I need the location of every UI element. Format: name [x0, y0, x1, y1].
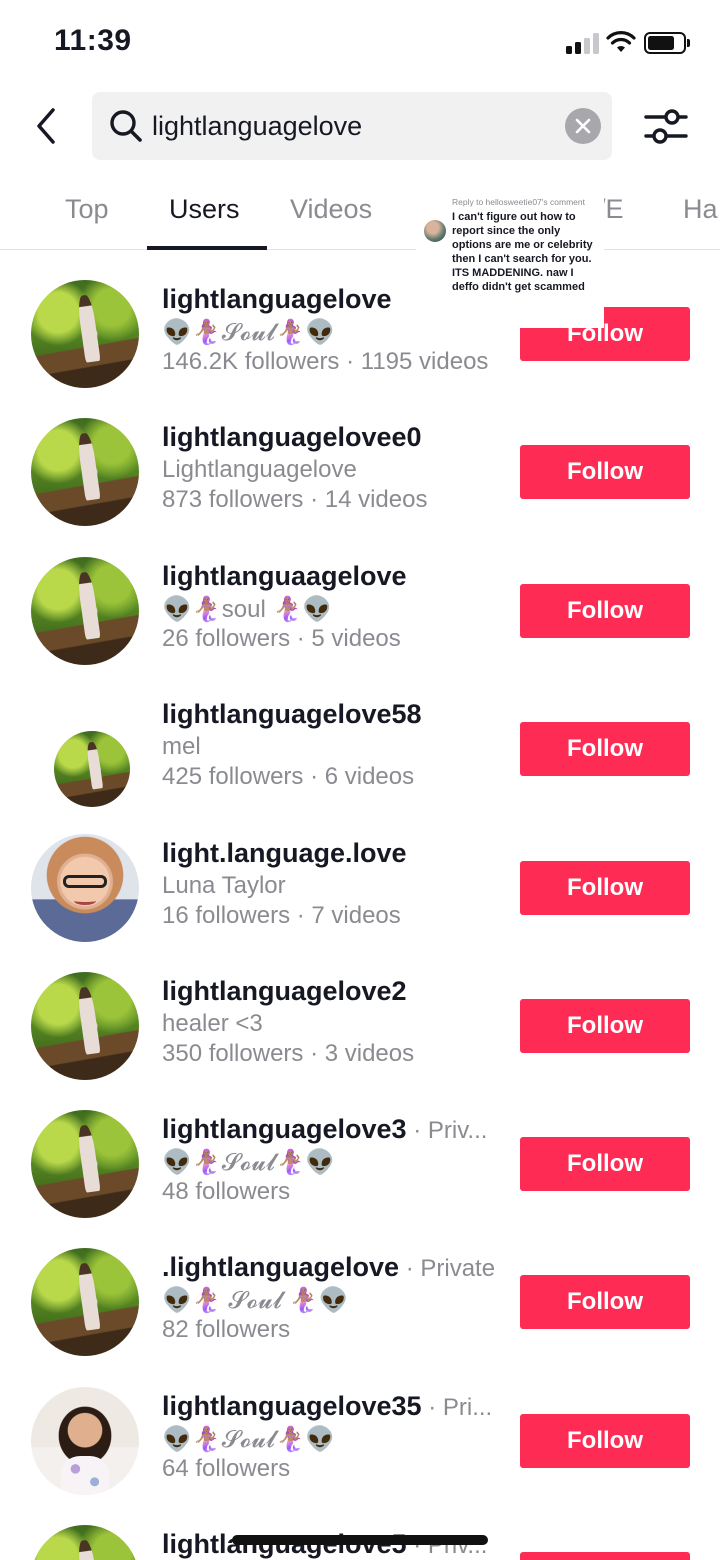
follow-button[interactable]: Follow	[520, 1275, 690, 1329]
user-stats: 425 followers · 6 videos	[162, 763, 415, 790]
username: .lightlanguagelove · Private	[162, 1252, 496, 1282]
reply-text: I can't figure out how to report since t…	[452, 211, 593, 293]
follow-button[interactable]: Follow	[520, 584, 690, 638]
username: light.language.love	[162, 838, 407, 868]
follow-button[interactable]: Follow	[520, 445, 690, 499]
avatar[interactable]	[31, 972, 139, 1080]
user-stats: 48 followers	[162, 1178, 291, 1205]
cellular-signal-icon	[566, 32, 600, 54]
user-row[interactable]: lightlanguagelove58 mel 425 followers · …	[0, 665, 720, 807]
user-nickname: healer <3	[162, 1010, 263, 1037]
user-row[interactable]: light.language.love Luna Taylor 16 follo…	[0, 804, 720, 942]
user-row[interactable]: lightlanguagelove5 · Priv... Follow	[0, 1495, 720, 1560]
user-stats: 16 followers · 7 videos	[162, 902, 401, 929]
follow-button[interactable]: Follow	[520, 722, 690, 776]
user-row[interactable]: lightlanguaagelove 👽🧜🏽‍♀️soul 🧜🏽‍♀️👽 26 …	[0, 527, 720, 665]
user-nickname: 👽🧜🏽‍♀️𝓢𝓸𝓾𝓵🧜🏽‍♀️👽	[162, 319, 336, 346]
avatar[interactable]	[31, 1248, 139, 1356]
clear-search-button[interactable]	[565, 108, 601, 144]
user-stats: 64 followers	[162, 1455, 291, 1482]
username: lightlanguagelove2	[162, 976, 407, 1006]
user-nickname: 👽🧜🏽‍♀️𝓢𝓸𝓾𝓵🧜🏽‍♀️👽	[162, 1149, 336, 1176]
search-tabs: Top Users Videos /E Ha	[0, 176, 720, 250]
username: lightlanguaagelove	[162, 561, 407, 591]
private-label: · Private	[399, 1255, 496, 1282]
avatar[interactable]	[31, 834, 139, 942]
avatar[interactable]	[31, 1110, 139, 1218]
follow-button[interactable]: Follow	[520, 1552, 690, 1560]
user-nickname: 👽🧜🏽‍♀️ 𝓢𝓸𝓾𝓵 🧜🏽‍♀️👽	[162, 1287, 349, 1314]
close-icon	[575, 118, 591, 134]
user-stats: 26 followers · 5 videos	[162, 625, 401, 652]
avatar[interactable]	[31, 557, 139, 665]
home-indicator[interactable]	[232, 1535, 488, 1545]
user-nickname: 👽🧜🏽‍♀️𝓢𝓸𝓾𝓵🧜🏽‍♀️👽	[162, 1426, 336, 1453]
private-label: · Priv...	[406, 1117, 488, 1144]
commenter-avatar	[424, 220, 446, 242]
filter-settings-icon[interactable]	[640, 100, 692, 152]
username: lightlanguagelovee0	[162, 422, 422, 452]
follow-button[interactable]: Follow	[520, 1137, 690, 1191]
status-time: 11:39	[54, 24, 132, 57]
username: lightlanguagelove35 · Pri...	[162, 1391, 492, 1421]
reply-comment-sticker: Reply to hellosweetie07's comment I can'…	[416, 192, 604, 328]
battery-icon	[644, 32, 690, 54]
user-row[interactable]: lightlanguagelove 👽🧜🏽‍♀️𝓢𝓸𝓾𝓵🧜🏽‍♀️👽 146.2…	[0, 250, 720, 388]
user-row[interactable]: lightlanguagelove3 · Priv... 👽🧜🏽‍♀️𝓢𝓸𝓾𝓵🧜…	[0, 1080, 720, 1218]
user-row[interactable]: lightlanguagelove2 healer <3 350 followe…	[0, 942, 720, 1080]
avatar[interactable]	[31, 418, 139, 526]
user-stats: 350 followers · 3 videos	[162, 1040, 415, 1067]
username: lightlanguagelove3 · Priv...	[162, 1114, 488, 1144]
follow-button[interactable]: Follow	[520, 1414, 690, 1468]
tab-videos[interactable]: Videos	[290, 194, 372, 225]
search-icon	[110, 110, 142, 142]
search-input[interactable]	[152, 105, 552, 147]
avatar[interactable]	[54, 731, 130, 807]
user-nickname: 👽🧜🏽‍♀️soul 🧜🏽‍♀️👽	[162, 596, 333, 623]
user-row[interactable]: lightlanguagelove35 · Pri... 👽🧜🏽‍♀️𝓢𝓸𝓾𝓵🧜…	[0, 1357, 720, 1495]
avatar[interactable]	[31, 280, 139, 388]
user-stats: 146.2K followers · 1195 videos	[162, 348, 489, 375]
avatar[interactable]	[31, 1525, 139, 1560]
private-label: · Pri...	[421, 1394, 492, 1421]
follow-button[interactable]: Follow	[520, 861, 690, 915]
user-row[interactable]: lightlanguagelovee0 Lightlanguagelove 87…	[0, 388, 720, 526]
user-stats: 873 followers · 14 videos	[162, 486, 428, 513]
user-nickname: Luna Taylor	[162, 872, 286, 899]
reply-header: Reply to hellosweetie07's comment	[452, 197, 585, 207]
follow-button[interactable]: Follow	[520, 999, 690, 1053]
status-bar: 11:39	[0, 0, 720, 88]
search-bar[interactable]	[92, 92, 612, 160]
user-row[interactable]: .lightlanguagelove · Private 👽🧜🏽‍♀️ 𝓢𝓸𝓾𝓵…	[0, 1218, 720, 1356]
back-button[interactable]	[26, 104, 66, 148]
chevron-left-icon	[37, 108, 55, 144]
username: lightlanguagelove	[162, 284, 392, 314]
user-stats: 82 followers	[162, 1316, 291, 1343]
tab-hashtags[interactable]: Ha	[683, 194, 718, 225]
tab-users[interactable]: Users	[169, 194, 240, 225]
tab-top[interactable]: Top	[65, 194, 109, 225]
user-nickname: Lightlanguagelove	[162, 456, 357, 483]
username: lightlanguagelove58	[162, 699, 422, 729]
user-nickname: mel	[162, 733, 201, 760]
avatar[interactable]	[31, 1387, 139, 1495]
wifi-icon	[606, 31, 636, 52]
